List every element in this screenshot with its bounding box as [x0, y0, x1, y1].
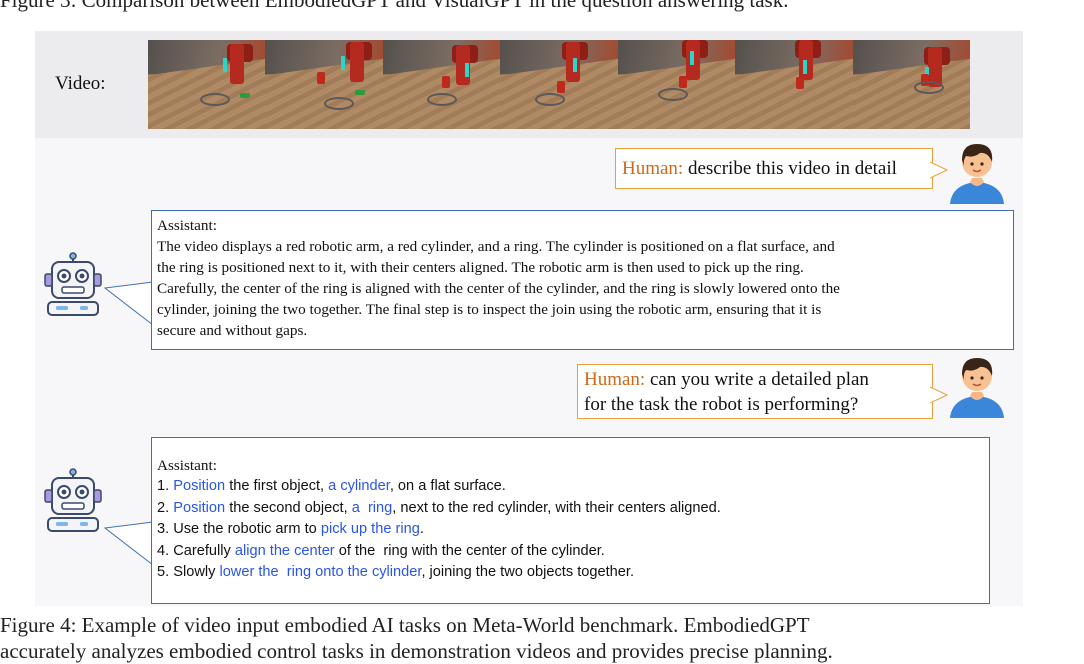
assistant-speaker-label: Assistant: [157, 457, 217, 474]
red-cylinder [556, 80, 565, 93]
step-text: , on a flat surface. [389, 478, 506, 494]
assistant-line: The video displays a red robotic arm, a … [157, 238, 835, 255]
human-message-1: Human: describe this video in detail [615, 148, 933, 189]
step-text: the first object, [225, 478, 329, 494]
caption-line: Figure 4: Example of video input embodie… [0, 613, 810, 637]
highlighted-phrase: a ring [351, 499, 393, 516]
robot-gripper [340, 56, 345, 71]
highlighted-phrase: lower the ring onto the cylinder [219, 564, 422, 580]
step-text: 3. Use the robotic arm to [157, 521, 321, 537]
video-frames-strip [148, 40, 970, 129]
highlighted-phrase: a cylinder [328, 478, 390, 494]
human-message-text: can you write a detailed plan [649, 369, 869, 390]
step-text: , joining the two objects together. [421, 564, 635, 580]
caption-line: accurately analyzes embodied control tas… [0, 639, 833, 663]
highlighted-phrase: Position [173, 499, 226, 516]
red-cylinder [678, 75, 687, 88]
plan-step: 5. Slowly lower the ring onto the cylind… [157, 562, 984, 584]
assistant-line: cylinder, joining the two together. The … [157, 301, 822, 318]
step-text: 2. [157, 499, 174, 516]
plan-step: 3. Use the robotic arm to pick up the ri… [157, 519, 984, 541]
assistant-line: Carefully, the center of the ring is ali… [157, 280, 840, 297]
plan-steps-list: 1. Position the first object, a cylinder… [157, 476, 984, 584]
human-message-text: describe this video in detail [687, 158, 897, 179]
red-cylinder [796, 77, 805, 90]
human-speaker-label: Human: [622, 158, 684, 179]
highlighted-phrase: Position [173, 478, 226, 494]
robot-arm [349, 41, 364, 82]
robot-avatar-icon [44, 252, 102, 316]
video-frame-6 [735, 40, 853, 129]
plan-step: 2. Position the second object, a ring, n… [157, 498, 984, 520]
step-text: , next to the red cylinder, with their c… [392, 499, 721, 516]
robot-arm [230, 43, 245, 84]
previous-figure-caption: Figure 3: Comparison between EmbodiedGPT… [0, 0, 789, 12]
video-frame-3 [382, 40, 501, 129]
step-text: of the ring with the center of the cylin… [334, 542, 605, 559]
bubble-tail-icon [930, 386, 948, 404]
step-text: 4. Carefully [157, 542, 235, 559]
step-text: 5. Slowly [157, 564, 220, 580]
human-message-2: Human: can you write a detailed plan for… [577, 364, 933, 419]
red-cylinder [441, 75, 450, 88]
video-frame-4 [500, 40, 618, 129]
robot-gripper [803, 59, 808, 74]
bubble-tail-icon [930, 161, 948, 179]
assistant-line: the ring is positioned next to it, with … [157, 259, 804, 276]
human-avatar-icon [950, 358, 1004, 418]
highlighted-phrase: align the center [234, 542, 335, 559]
bubble-tail-icon [104, 281, 154, 326]
video-frame-7 [852, 40, 970, 129]
video-label: Video: [55, 73, 106, 94]
video-frame-1 [148, 40, 266, 129]
video-frame-2 [265, 40, 383, 129]
figure-caption: Figure 4: Example of video input embodie… [0, 612, 1084, 664]
plan-step: 1. Position the first object, a cylinder… [157, 476, 984, 498]
green-marker [239, 93, 250, 99]
highlighted-phrase: pick up the ring [320, 521, 420, 537]
assistant-speaker-label: Assistant: [157, 217, 217, 234]
red-cylinder [317, 72, 326, 85]
step-text: . [419, 521, 424, 537]
robot-gripper [690, 50, 695, 65]
assistant-message-2: Assistant: 1. Position the first object,… [151, 437, 990, 604]
human-speaker-label: Human: [584, 369, 646, 390]
human-message-text: for the task the robot is performing? [584, 394, 859, 415]
step-text: 1. [157, 478, 174, 494]
robot-avatar-icon [44, 468, 102, 532]
human-avatar-icon [950, 144, 1004, 204]
robot-gripper [223, 57, 228, 72]
video-frame-5 [617, 40, 736, 129]
robot-gripper [573, 57, 578, 72]
ring-object [657, 88, 688, 102]
ring-object [913, 80, 944, 94]
plan-step: 4. Carefully align the center of the rin… [157, 541, 984, 563]
ring-object [324, 96, 355, 110]
assistant-message-1: Assistant: The video displays a red robo… [151, 210, 1014, 350]
robot-gripper [465, 63, 470, 78]
step-text: the second object, [225, 499, 352, 516]
bubble-tail-icon [104, 521, 154, 566]
green-marker [354, 89, 365, 95]
assistant-line: secure and without gaps. [157, 322, 308, 339]
